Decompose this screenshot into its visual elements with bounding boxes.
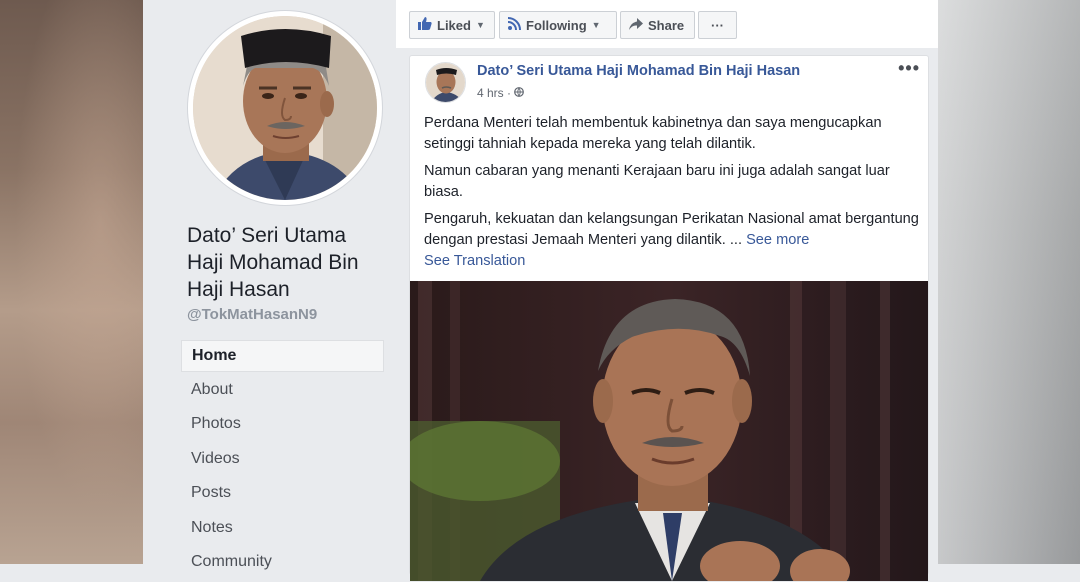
post-ellipsis: ... (725, 232, 747, 248)
post-time-text[interactable]: 4 hrs (477, 86, 504, 100)
post-timestamp[interactable]: 4 hrs · (477, 86, 525, 100)
nav-item-videos[interactable]: Videos (181, 444, 384, 476)
share-button[interactable]: Share (620, 11, 695, 39)
post-paragraph: Namun cabaran yang menanti Kerajaan baru… (424, 163, 890, 200)
post-options-button[interactable]: ••• (898, 58, 920, 79)
nav-item-posts[interactable]: Posts (181, 478, 384, 510)
rss-icon (507, 17, 521, 33)
nav-item-photos[interactable]: Photos (181, 409, 384, 441)
profile-picture-frame[interactable] (188, 11, 382, 205)
more-label: ··· (711, 17, 724, 33)
blurred-right-background (938, 0, 1080, 564)
nav-item-notes[interactable]: Notes (181, 513, 384, 545)
chevron-down-icon: ▼ (475, 20, 485, 30)
share-label: Share (648, 17, 685, 33)
globe-icon (514, 86, 525, 100)
post-photo[interactable] (410, 281, 928, 581)
page-sidebar: Dato’ Seri Utama Haji Mohamad Bin Haji H… (143, 0, 396, 570)
post-author-name[interactable]: Dato’ Seri Utama Haji Mohamad Bin Haji H… (477, 63, 800, 79)
thumbs-up-icon (418, 17, 432, 33)
nav-item-community[interactable]: Community (181, 547, 384, 579)
post-time-separator: · (507, 86, 512, 100)
liked-button[interactable]: Liked ▼ (409, 11, 495, 39)
nav-item-about[interactable]: About (181, 375, 384, 407)
page-action-bar: Liked ▼ Following ▼ Share ··· (396, 0, 938, 48)
following-label: Following (526, 17, 587, 33)
blurred-left-background (0, 0, 143, 564)
profile-picture (193, 16, 377, 200)
page-title[interactable]: Dato’ Seri Utama Haji Mohamad Bin Haji H… (187, 222, 387, 303)
see-translation-link[interactable]: See Translation (424, 251, 919, 272)
page-nav: Home About Photos Videos Posts Notes Com… (181, 340, 384, 582)
post-card: Dato’ Seri Utama Haji Mohamad Bin Haji H… (409, 55, 929, 581)
post-author-avatar[interactable] (425, 62, 466, 103)
share-arrow-icon (629, 17, 643, 33)
following-button[interactable]: Following ▼ (499, 11, 617, 39)
nav-item-home[interactable]: Home (181, 340, 384, 372)
liked-label: Liked (437, 17, 471, 33)
post-paragraph: Perdana Menteri telah membentuk kabinetn… (424, 115, 882, 152)
post-paragraph-text: Pengaruh, kekuatan dan kelangsungan Peri… (424, 211, 919, 248)
post-paragraph: Pengaruh, kekuatan dan kelangsungan Peri… (424, 209, 919, 251)
more-options-button[interactable]: ··· (698, 11, 737, 39)
post-body: Perdana Menteri telah membentuk kabinetn… (424, 113, 919, 272)
chevron-down-icon: ▼ (591, 20, 601, 30)
page-handle[interactable]: @TokMatHasanN9 (187, 306, 317, 323)
see-more-link[interactable]: See more (746, 232, 809, 248)
